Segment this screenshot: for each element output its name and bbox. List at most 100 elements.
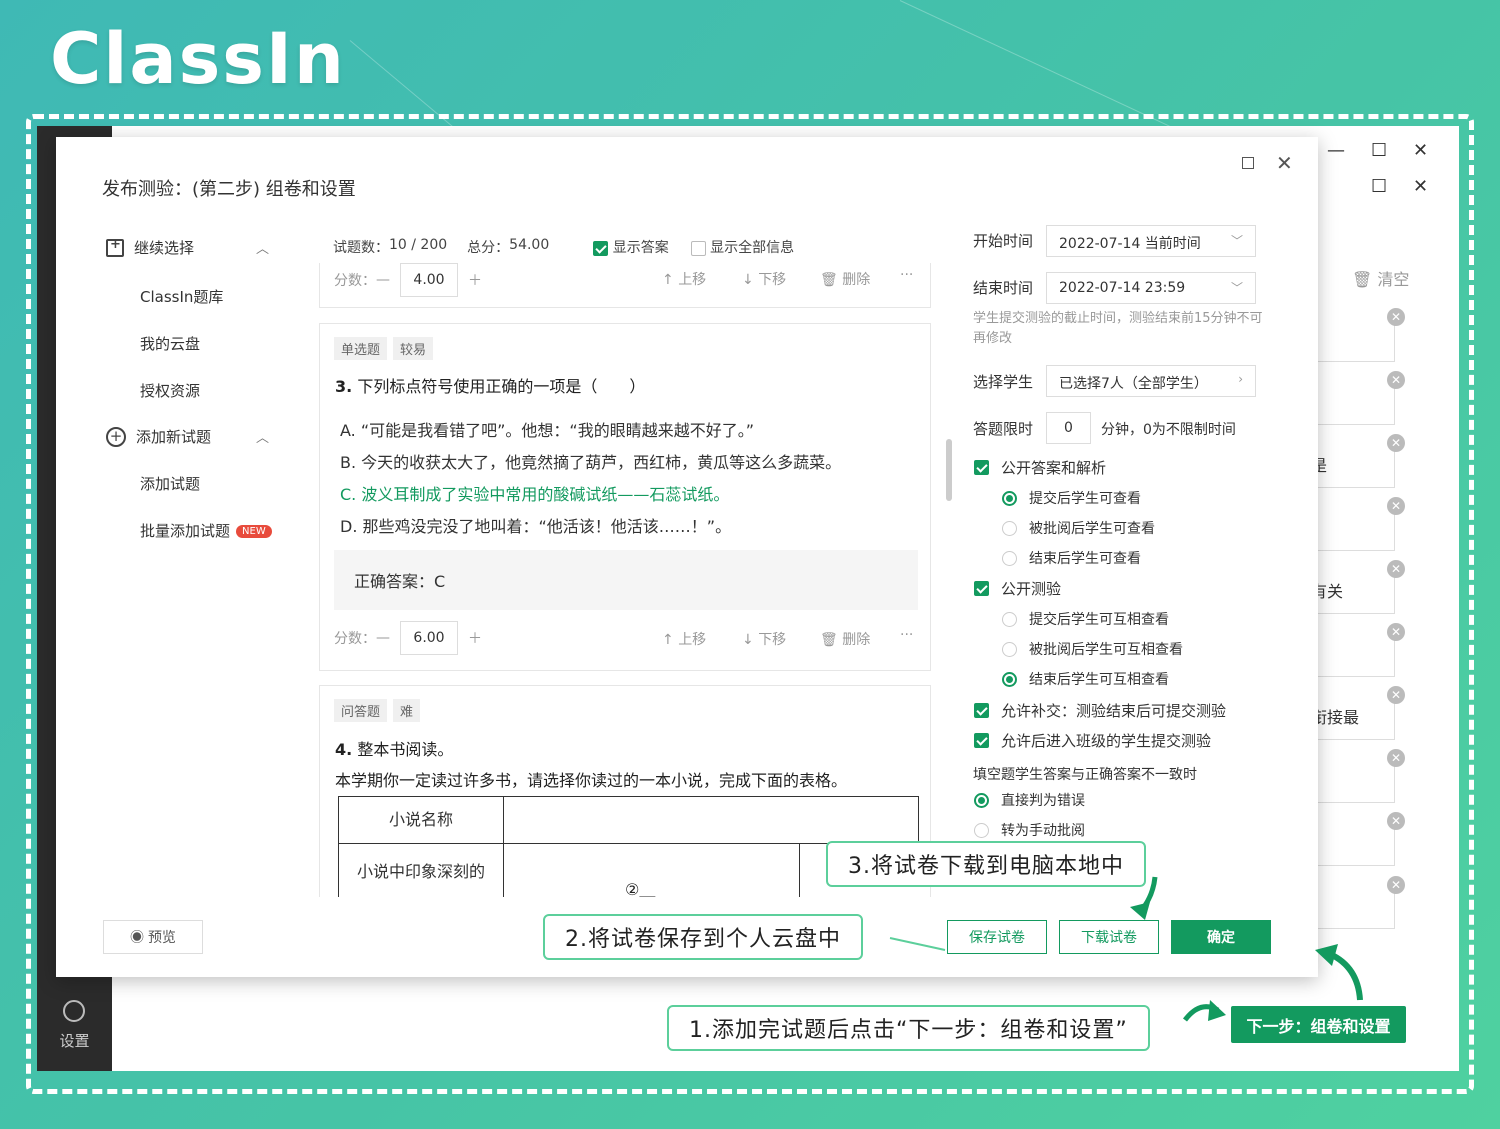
trash-icon: 🗑 [1352,270,1378,289]
mismatch-option-radio[interactable]: 直接判为错误 [974,790,1085,810]
radio-icon [1002,520,1017,536]
allow-late-checkbox[interactable]: 允许补交：测验结束后可提交测验 [974,700,1226,721]
remove-icon[interactable]: ✕ [1387,623,1405,641]
trash-icon: 🗑 [820,272,843,288]
end-time-select[interactable]: 2022-07-14 23:59 ﹀ [1046,272,1256,304]
nav-item-batch-add[interactable]: 批量添加试题 NEW [140,520,272,541]
arrow-up-icon: ↑ [662,632,679,648]
maximize-icon[interactable] [1242,157,1254,169]
nav-item-add-question[interactable]: 添加试题 [140,473,200,494]
remove-icon[interactable]: ✕ [1387,308,1405,326]
callout-pointer [889,937,946,951]
nav-group-add-new[interactable]: + 添加新试题 ︿ [106,426,269,447]
score-input[interactable]: 4.00 [400,263,458,297]
clear-label: 清空 [1377,270,1410,289]
more-icon[interactable]: ··· [900,267,913,283]
table-cell: 小说中印象深刻的 [338,843,504,897]
answer-option-radio[interactable]: 结束后学生可查看 [1002,548,1141,568]
start-time-select[interactable]: 2022-07-14 当前时间 ﹀ [1046,225,1256,257]
nav-item-licensed[interactable]: 授权资源 [140,380,200,401]
radio-icon [974,792,989,808]
publish-quiz-checkbox[interactable]: 公开测验 [974,578,1061,599]
eye-icon: ◉ [130,929,148,945]
close-icon[interactable]: ✕ [1413,140,1428,161]
quiz-option-radio[interactable]: 提交后学生可互相查看 [1002,609,1169,629]
scrollbar[interactable] [946,439,952,501]
checkbox-icon [974,703,989,718]
remove-icon[interactable]: ✕ [1387,876,1405,894]
download-paper-button[interactable]: 下载试卷 [1059,920,1159,954]
new-badge: NEW [236,525,272,538]
delete-button[interactable]: 🗑 删除 [820,269,870,289]
trash-icon: 🗑 [820,632,843,648]
quiz-option-radio[interactable]: 结束后学生可互相查看 [1002,669,1169,689]
close-icon[interactable]: ✕ [1413,176,1428,197]
move-down-button[interactable]: ↓ 下移 [742,629,786,649]
quiz-option-label: 被批阅后学生可互相查看 [1029,642,1183,658]
count-label: 试题数： [333,240,389,256]
end-time-value: 2022-07-14 23:59 [1059,280,1186,296]
preview-button[interactable]: ◉ 预览 [103,920,203,954]
checkbox-icon [593,240,609,256]
move-up-button[interactable]: ↑ 上移 [662,269,706,289]
callout-step3: 3.将试卷下载到电脑本地中 [826,841,1146,887]
publish-answer-checkbox[interactable]: 公开答案和解析 [974,457,1106,478]
arrow-up-icon: ↑ [662,272,679,288]
next-step-button[interactable]: 下一步：组卷和设置 [1231,1006,1406,1043]
type-tag: 问答题 [334,699,388,722]
score-input[interactable]: 6.00 [400,621,458,655]
save-paper-button[interactable]: 保存试卷 [947,920,1047,954]
plus-icon[interactable]: ＋ [468,270,482,290]
arrow-icon [1315,944,1363,1001]
remove-icon[interactable]: ✕ [1387,812,1405,830]
nav-item-my-cloud[interactable]: 我的云盘 [140,333,200,354]
checkbox-icon [974,581,989,596]
quiz-option-label: 结束后学生可互相查看 [1029,672,1169,688]
nav-group-continue[interactable]: 继续选择 ︿ [106,237,269,258]
maximize-icon[interactable]: ☐ [1371,176,1387,197]
radio-icon [1002,671,1017,687]
allow-join-label: 允许后进入班级的学生提交测验 [1001,732,1212,750]
remove-icon[interactable]: ✕ [1387,560,1405,578]
settings-label[interactable]: 设置 [37,1030,112,1051]
gear-icon[interactable] [63,1000,85,1022]
move-down-button[interactable]: ↓ 下移 [742,269,786,289]
type-tag: 单选题 [334,337,388,360]
allow-join-checkbox[interactable]: 允许后进入班级的学生提交测验 [974,730,1211,751]
show-all-label: 显示全部信息 [710,240,795,256]
move-up-button[interactable]: ↑ 上移 [662,629,706,649]
remove-icon[interactable]: ✕ [1387,749,1405,767]
nav-item-classin-bank[interactable]: ClassIn题库 [140,286,223,307]
show-answer-checkbox[interactable]: 显示答案 [593,237,669,257]
close-icon[interactable]: ✕ [1276,151,1293,175]
book-add-icon [106,237,124,257]
clear-button[interactable]: 🗑 清空 [1352,266,1409,290]
minimize-icon[interactable]: — [1327,140,1345,161]
answer-option-radio[interactable]: 被批阅后学生可查看 [1002,518,1155,538]
remove-icon[interactable]: ✕ [1387,371,1405,389]
remove-icon[interactable]: ✕ [1387,434,1405,452]
quiz-option-radio[interactable]: 被批阅后学生可互相查看 [1002,639,1183,659]
answer-option-radio[interactable]: 提交后学生可查看 [1002,488,1141,508]
answer-option-label: 结束后学生可查看 [1029,551,1141,567]
arrow-icon [1130,876,1158,920]
mismatch-option-radio[interactable]: 转为手动批阅 [974,820,1085,840]
radio-icon [1002,490,1017,506]
minus-icon[interactable]: — [376,630,390,646]
delete-button[interactable]: 🗑 删除 [820,629,870,649]
question-title: 4. 整本书阅读。 [335,736,453,760]
maximize-icon[interactable]: ☐ [1371,140,1387,161]
confirm-button[interactable]: 确定 [1171,920,1271,954]
end-time-label: 结束时间 [973,279,1034,297]
more-icon[interactable]: ··· [900,627,913,643]
radio-icon [1002,611,1017,627]
show-all-checkbox[interactable]: 显示全部信息 [690,237,795,257]
minus-icon[interactable]: — [376,272,390,288]
quiz-option-label: 提交后学生可互相查看 [1029,612,1169,628]
students-select[interactable]: 已选择7人（全部学生） › [1046,365,1256,397]
remove-icon[interactable]: ✕ [1387,686,1405,704]
remove-icon[interactable]: ✕ [1387,497,1405,515]
chevron-down-icon: ﹀ [1230,281,1243,295]
time-limit-input[interactable]: 0 [1046,412,1091,444]
plus-icon[interactable]: ＋ [468,628,482,648]
